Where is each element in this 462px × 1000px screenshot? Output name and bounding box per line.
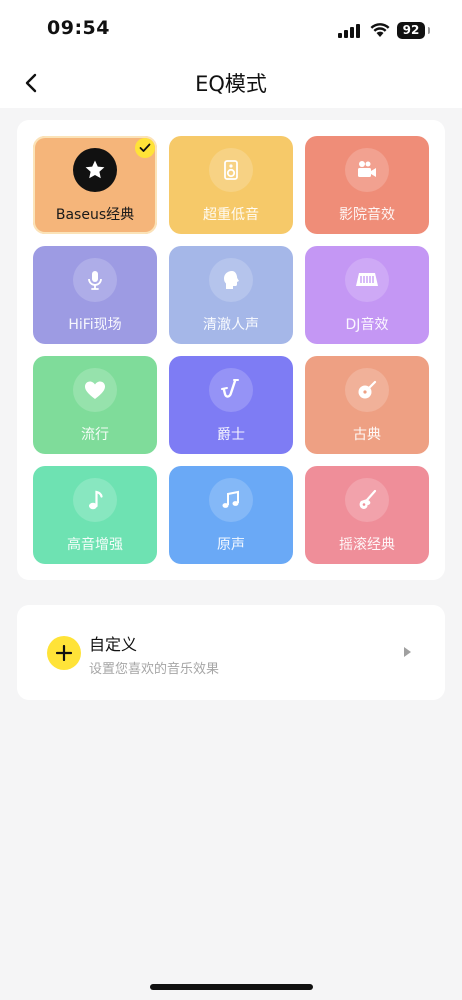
eq-preset-label: 清澈人声 [203,317,259,333]
cellular-signal-icon [338,24,362,38]
eq-preset-label: 超重低音 [203,207,259,223]
video-camera-icon [345,148,389,192]
custom-subtitle: 设置您喜欢的音乐效果 [89,662,220,677]
chevron-right-icon [404,647,411,657]
saxophone-icon [209,368,253,412]
page-title: EQ模式 [195,72,267,96]
music-note-icon [73,478,117,522]
eq-preset-label: 古典 [353,427,381,443]
battery-level: 92 [397,22,425,39]
eq-preset-tile[interactable]: DJ音效 [305,246,429,344]
battery-icon: 92 [397,22,430,39]
eq-preset-tile[interactable]: 影院音效 [305,136,429,234]
checkmark-icon [135,138,155,158]
status-time: 09:54 [47,17,110,39]
microphone-icon [73,258,117,302]
electric-guitar-icon [345,478,389,522]
eq-preset-label: 影院音效 [339,207,395,223]
eq-preset-tile[interactable]: 流行 [33,356,157,454]
dj-deck-icon [345,258,389,302]
eq-preset-tile[interactable]: 古典 [305,356,429,454]
plus-icon [47,636,81,670]
star-icon [73,148,117,192]
eq-preset-tile[interactable]: 爵士 [169,356,293,454]
eq-preset-label: HiFi现场 [68,317,122,333]
eq-preset-tile[interactable]: 摇滚经典 [305,466,429,564]
eq-preset-tile[interactable]: 高音增强 [33,466,157,564]
eq-preset-tile[interactable]: Baseus经典 [33,136,157,234]
eq-preset-label: 高音增强 [67,537,123,553]
head-icon [209,258,253,302]
home-indicator [150,984,313,990]
eq-preset-tile[interactable]: 原声 [169,466,293,564]
eq-preset-label: 原声 [217,537,245,553]
status-bar: 09:54 92 [0,0,462,62]
lute-icon [345,368,389,412]
nav-bar: EQ模式 [0,62,462,108]
heart-icon [73,368,117,412]
eq-preset-tile[interactable]: 超重低音 [169,136,293,234]
eq-preset-tile[interactable]: HiFi现场 [33,246,157,344]
eq-preset-tile[interactable]: 清澈人声 [169,246,293,344]
custom-eq-item[interactable]: 自定义 设置您喜欢的音乐效果 [17,605,445,700]
wifi-icon [369,20,391,42]
custom-title: 自定义 [89,635,138,654]
speaker-icon [209,148,253,192]
eq-preset-label: 爵士 [217,427,245,443]
music-notes-icon [209,478,253,522]
eq-preset-label: DJ音效 [345,317,389,333]
eq-preset-grid: Baseus经典 超重低音 影院音效 HiFi现场 清澈人声 DJ音效流行 爵士 古典高音增强… [33,136,429,564]
eq-preset-label: Baseus经典 [55,207,135,223]
eq-preset-label: 流行 [81,427,109,443]
eq-preset-card: Baseus经典 超重低音 影院音效 HiFi现场 清澈人声 DJ音效流行 爵士 古典高音增强… [17,120,445,580]
eq-preset-label: 摇滚经典 [339,537,395,553]
